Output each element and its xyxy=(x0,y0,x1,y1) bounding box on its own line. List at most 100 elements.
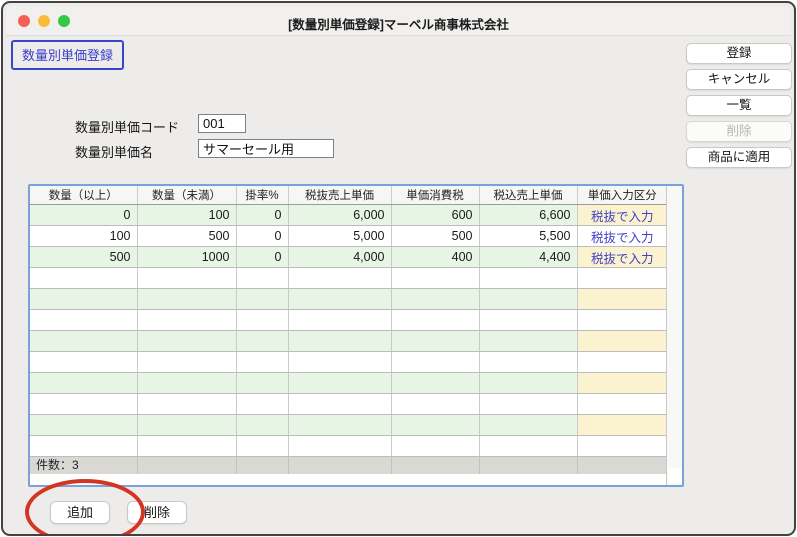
cell-input-type[interactable] xyxy=(577,331,667,352)
cell-value[interactable] xyxy=(236,436,288,457)
cell-value[interactable] xyxy=(288,415,391,436)
action-button[interactable]: 一覧 xyxy=(686,95,792,116)
cell-value[interactable]: 100 xyxy=(30,226,137,247)
cell-value[interactable] xyxy=(236,331,288,352)
cell-value[interactable] xyxy=(391,394,479,415)
cell-value[interactable] xyxy=(30,373,137,394)
cell-value[interactable] xyxy=(30,289,137,310)
cell-value[interactable] xyxy=(137,289,236,310)
column-header: 数量（未満） xyxy=(137,186,236,205)
minimize-icon[interactable] xyxy=(38,15,50,27)
cell-value[interactable] xyxy=(479,436,577,457)
cell-input-type[interactable] xyxy=(577,310,667,331)
cell-value[interactable] xyxy=(479,268,577,289)
cell-value[interactable]: 4,000 xyxy=(288,247,391,268)
cell-value[interactable]: 1000 xyxy=(137,247,236,268)
cell-value[interactable] xyxy=(288,394,391,415)
cell-value[interactable]: 400 xyxy=(391,247,479,268)
cell-value[interactable] xyxy=(236,394,288,415)
cell-value[interactable] xyxy=(479,394,577,415)
cell-value[interactable]: 6,600 xyxy=(479,205,577,226)
cell-value[interactable]: 500 xyxy=(30,247,137,268)
cell-value[interactable] xyxy=(391,352,479,373)
cell-value[interactable]: 0 xyxy=(236,226,288,247)
cell-value[interactable] xyxy=(288,436,391,457)
action-button[interactable]: 登録 xyxy=(686,43,792,64)
cell-input-type[interactable]: 税抜で入力 xyxy=(577,226,667,247)
cell-value[interactable] xyxy=(30,436,137,457)
cell-value[interactable] xyxy=(479,331,577,352)
cell-value[interactable]: 4,400 xyxy=(479,247,577,268)
code-input[interactable] xyxy=(198,114,246,133)
cell-value[interactable] xyxy=(391,436,479,457)
cell-value[interactable] xyxy=(288,352,391,373)
cell-value[interactable] xyxy=(479,352,577,373)
cell-value[interactable]: 600 xyxy=(391,205,479,226)
cell-value[interactable] xyxy=(137,268,236,289)
cell-value[interactable] xyxy=(288,373,391,394)
cell-value[interactable] xyxy=(137,394,236,415)
cell-value[interactable] xyxy=(236,310,288,331)
cell-value[interactable]: 0 xyxy=(236,205,288,226)
cell-value[interactable] xyxy=(479,373,577,394)
cell-value[interactable] xyxy=(30,268,137,289)
action-button[interactable]: 商品に適用 xyxy=(686,147,792,168)
cell-value[interactable] xyxy=(479,289,577,310)
cell-value[interactable] xyxy=(236,415,288,436)
cell-value[interactable] xyxy=(479,415,577,436)
vertical-scrollbar-track[interactable] xyxy=(666,186,682,485)
cell-input-type[interactable]: 税抜で入力 xyxy=(577,205,667,226)
cell-value[interactable]: 0 xyxy=(30,205,137,226)
cell-value[interactable]: 0 xyxy=(236,247,288,268)
cell-input-type[interactable] xyxy=(577,415,667,436)
cell-input-type[interactable] xyxy=(577,436,667,457)
action-button[interactable]: キャンセル xyxy=(686,69,792,90)
cell-value[interactable] xyxy=(288,268,391,289)
cell-value[interactable] xyxy=(288,331,391,352)
cell-value[interactable] xyxy=(391,310,479,331)
cell-value[interactable]: 5,500 xyxy=(479,226,577,247)
add-row-button[interactable]: 追加 xyxy=(50,501,110,524)
footer-cell xyxy=(479,457,577,475)
delete-row-button[interactable]: 削除 xyxy=(127,501,187,524)
cell-input-type[interactable] xyxy=(577,268,667,289)
cell-value[interactable] xyxy=(137,331,236,352)
cell-value[interactable]: 6,000 xyxy=(288,205,391,226)
cell-value[interactable] xyxy=(137,415,236,436)
cell-value[interactable] xyxy=(137,373,236,394)
cell-value[interactable] xyxy=(137,436,236,457)
action-button[interactable]: 削除 xyxy=(686,121,792,142)
cell-value[interactable] xyxy=(288,289,391,310)
zoom-icon[interactable] xyxy=(58,15,70,27)
cell-input-type[interactable] xyxy=(577,373,667,394)
cell-value[interactable] xyxy=(30,352,137,373)
cell-value[interactable] xyxy=(288,310,391,331)
cell-value[interactable] xyxy=(391,268,479,289)
row-edit-buttons: 追加削除 xyxy=(50,501,187,524)
cell-value[interactable]: 5,000 xyxy=(288,226,391,247)
cell-value[interactable] xyxy=(391,289,479,310)
cell-value[interactable] xyxy=(236,268,288,289)
cell-value[interactable] xyxy=(391,373,479,394)
cell-value[interactable]: 500 xyxy=(137,226,236,247)
cell-value[interactable] xyxy=(30,310,137,331)
cell-value[interactable] xyxy=(30,415,137,436)
cell-value[interactable] xyxy=(236,352,288,373)
cell-value[interactable]: 100 xyxy=(137,205,236,226)
name-input[interactable] xyxy=(198,139,334,158)
cell-value[interactable] xyxy=(391,415,479,436)
cell-value[interactable] xyxy=(137,310,236,331)
cell-input-type[interactable] xyxy=(577,394,667,415)
cell-value[interactable] xyxy=(236,289,288,310)
cell-value[interactable] xyxy=(137,352,236,373)
close-icon[interactable] xyxy=(18,15,30,27)
cell-value[interactable] xyxy=(30,394,137,415)
cell-input-type[interactable] xyxy=(577,289,667,310)
cell-value[interactable]: 500 xyxy=(391,226,479,247)
cell-input-type[interactable] xyxy=(577,352,667,373)
cell-value[interactable] xyxy=(391,331,479,352)
cell-value[interactable] xyxy=(236,373,288,394)
cell-input-type[interactable]: 税抜で入力 xyxy=(577,247,667,268)
cell-value[interactable] xyxy=(30,331,137,352)
cell-value[interactable] xyxy=(479,310,577,331)
